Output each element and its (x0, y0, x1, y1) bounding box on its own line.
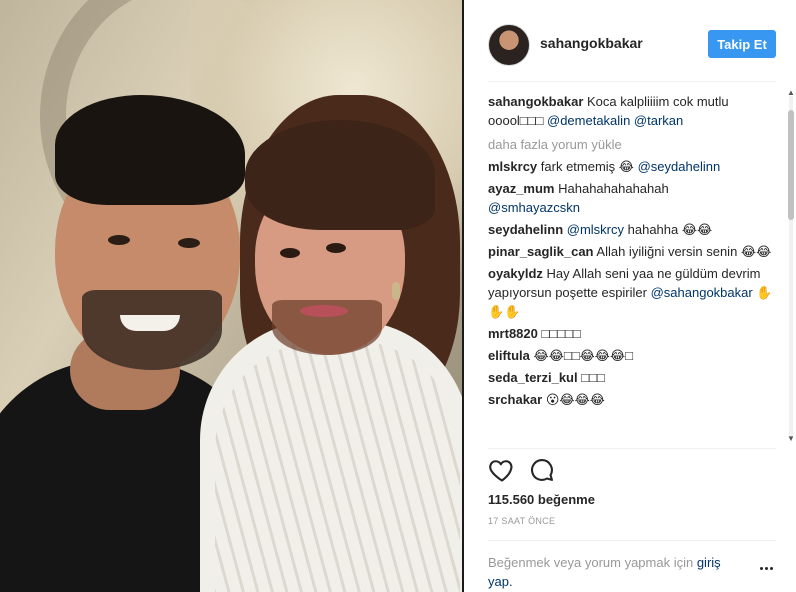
person-right-lips (300, 305, 348, 317)
comment-item: mrt8820 □□□□□ (488, 324, 784, 343)
avatar[interactable] (488, 24, 530, 66)
scroll-thumb[interactable] (788, 110, 794, 220)
post-photo[interactable] (0, 0, 462, 592)
person-right-earring (392, 282, 400, 300)
caption: sahangokbakar Koca kalpliiiim cok mutlu … (488, 92, 784, 130)
follow-button[interactable]: Takip Et (708, 30, 776, 58)
comments-list: sahangokbakar Koca kalpliiiim cok mutlu … (488, 92, 784, 444)
person-right-eye (280, 248, 300, 258)
person-left-eye (108, 235, 130, 245)
comment-text: Hahahahahahahah (558, 181, 669, 196)
comment-text: Allah iyiliğni versin senin 😂😂 (596, 244, 772, 259)
comment-username[interactable]: seda_terzi_kul (488, 370, 578, 385)
login-prompt-text: Beğenmek veya yorum yapmak için (488, 555, 694, 570)
comment-item: seda_terzi_kul □□□ (488, 368, 784, 387)
login-link[interactable]: yap. (488, 574, 513, 589)
comment-text: hahahha 😂😂 (627, 222, 713, 237)
caption-username[interactable]: sahangokbakar (488, 94, 583, 109)
comment-item: ayaz_mum Hahahahahahahah @smhayazcskn (488, 179, 784, 217)
person-left-eye (178, 238, 200, 248)
caption-mention[interactable]: @demetakalin (547, 113, 630, 128)
comment-text: 😮😂😂😂 (545, 392, 605, 407)
comment-username[interactable]: pinar_saglik_can (488, 244, 594, 259)
heart-icon[interactable] (488, 456, 516, 484)
comment-item: oyakyldz Hay Allah seni yaa ne güldüm de… (488, 264, 784, 321)
person-right-shirt-stripes (215, 340, 460, 592)
post-timestamp: 17 SAAT ÖNCE (488, 516, 556, 526)
comment-username[interactable]: eliftula (488, 348, 530, 363)
comment-item: srchakar 😮😂😂😂 (488, 390, 784, 409)
footer-divider (488, 540, 776, 541)
comment-mention[interactable]: @sahangokbakar (651, 285, 753, 300)
comment-username[interactable]: seydahelinn (488, 222, 563, 237)
likes-count[interactable]: 115.560 beğenme (488, 492, 595, 507)
more-options-icon[interactable] (760, 567, 774, 573)
comment-mention[interactable]: @mlskrcy (567, 222, 624, 237)
comment-mention[interactable]: @seydahelinn (638, 159, 721, 174)
comment-item: pinar_saglik_can Allah iyiliğni versin s… (488, 242, 784, 261)
post-actions (488, 456, 608, 486)
comment-text: □□□ (581, 370, 605, 385)
header-divider (488, 81, 776, 82)
comment-text: □□□□□ (541, 326, 581, 341)
person-right-fringe (245, 120, 435, 230)
actions-divider (488, 448, 776, 449)
comment-username[interactable]: srchakar (488, 392, 542, 407)
caption-mention[interactable]: @tarkan (634, 113, 683, 128)
person-left-smile (120, 315, 180, 331)
post-header: sahangokbakar Takip Et (464, 0, 796, 80)
comment-mention[interactable]: @smhayazcskn (488, 200, 580, 215)
comment-username[interactable]: ayaz_mum (488, 181, 554, 196)
comment-username[interactable]: mlskrcy (488, 159, 537, 174)
login-prompt: Beğenmek veya yorum yapmak için giriş ya… (488, 553, 748, 591)
comment-text: fark etmemiş 😂 (540, 159, 634, 174)
comments-scrollbar[interactable]: ▲ ▼ (786, 88, 796, 444)
person-right-eye (326, 243, 346, 253)
header-username[interactable]: sahangokbakar (540, 35, 643, 51)
comment-username[interactable]: oyakyldz (488, 266, 543, 281)
comment-icon[interactable] (528, 456, 556, 484)
comment-item: mlskrcy fark etmemiş 😂 @seydahelinn (488, 157, 784, 176)
load-more-comments-link[interactable]: daha fazla yorum yükle (488, 135, 784, 154)
login-link[interactable]: giriş (697, 555, 721, 570)
comment-username[interactable]: mrt8820 (488, 326, 538, 341)
post-panel: sahangokbakar Takip Et sahangokbakar Koc… (464, 0, 796, 592)
comment-item: eliftula 😂😂□□😂😂😂□ (488, 346, 784, 365)
comment-text: 😂😂□□😂😂😂□ (533, 348, 634, 363)
comment-item: seydahelinn @mlskrcy hahahha 😂😂 (488, 220, 784, 239)
scroll-down-arrow-icon[interactable]: ▼ (787, 434, 795, 443)
